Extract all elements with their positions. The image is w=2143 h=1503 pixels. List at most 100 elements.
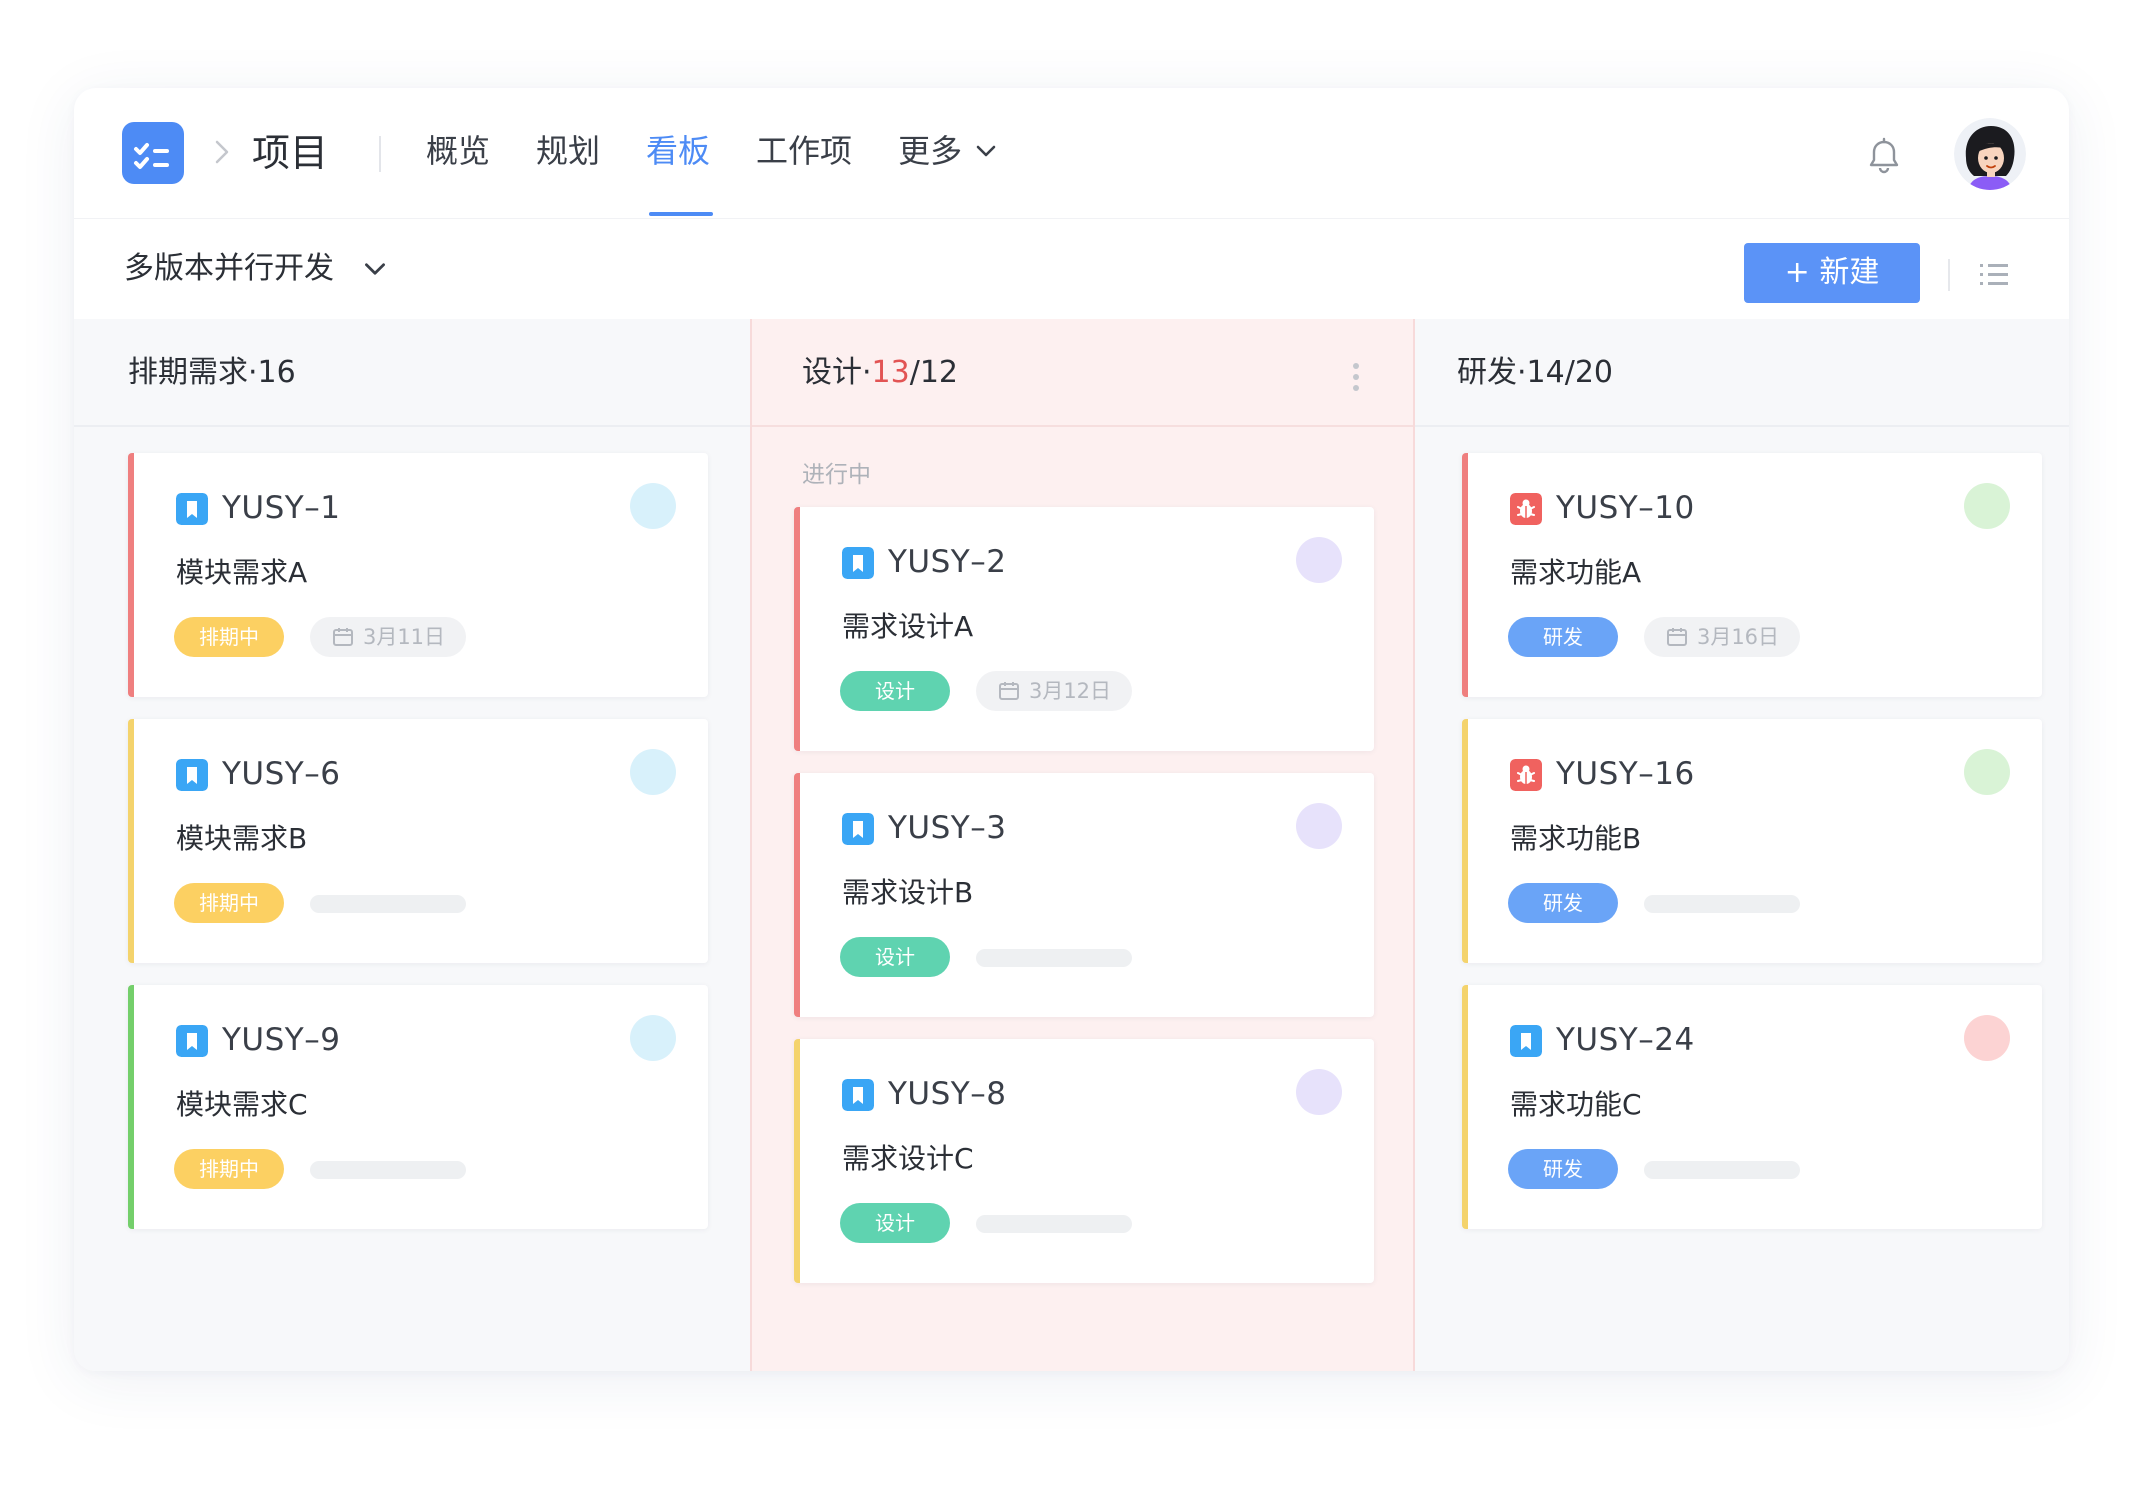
task-folder-icon[interactable] — [122, 122, 184, 184]
status-tag: 排期中 — [174, 883, 284, 923]
column-header: 排期需求·16 — [74, 319, 750, 427]
version-select[interactable]: 多版本并行开发 — [124, 245, 390, 293]
due-date-text: 3月12日 — [1028, 679, 1112, 703]
column-title: 研发·14/20 — [1457, 355, 1614, 390]
column-count: 14/20 — [1526, 355, 1614, 390]
more-vertical-icon[interactable] — [1351, 361, 1361, 393]
task-title: 模块需求C — [176, 1088, 308, 1121]
chevron-down-icon — [365, 263, 385, 275]
tab-work-items[interactable]: 工作项 — [756, 126, 852, 176]
due-date-text: 3月16日 — [1696, 625, 1780, 649]
column-header: 研发·14/20 — [1415, 319, 2069, 427]
task-title: 模块需求A — [176, 556, 308, 589]
bell-icon[interactable] — [1864, 136, 1904, 176]
column-count-limit: /12 — [909, 355, 959, 390]
calendar-icon — [332, 628, 353, 646]
new-button[interactable]: + 新建 — [1744, 243, 1920, 303]
task-id: YUSY–16 — [1556, 756, 1695, 792]
tab-planning[interactable]: 规划 — [536, 126, 600, 176]
bookmark-icon — [176, 493, 208, 525]
board-toolbar: 多版本并行开发 + 新建 — [74, 219, 2069, 319]
column-title-text: 排期需求 — [128, 355, 248, 390]
task-title: 需求功能C — [1510, 1088, 1642, 1121]
divider — [1948, 259, 1950, 291]
bookmark-icon — [176, 1025, 208, 1057]
task-card[interactable]: YUSY–24 需求功能C 研发 — [1462, 985, 2042, 1229]
column-count-current: 13 — [871, 355, 910, 390]
column-development: 研发·14/20 YUSY–10 需求功能A 研发 3月16日 YUSY–16 … — [1415, 319, 2069, 1371]
status-tag: 排期中 — [174, 1149, 284, 1189]
version-select-label: 多版本并行开发 — [124, 251, 334, 286]
task-card[interactable]: YUSY–9 模块需求C 排期中 — [128, 985, 708, 1229]
nav-tabs: 概览 规划 看板 工作项 更多 — [426, 126, 1046, 216]
tab-board[interactable]: 看板 — [646, 126, 714, 216]
task-card[interactable]: YUSY–3 需求设计B 设计 — [794, 773, 1374, 1017]
bug-icon — [1510, 759, 1542, 791]
task-card[interactable]: YUSY–10 需求功能A 研发 3月16日 — [1462, 453, 2042, 697]
placeholder-bar — [1644, 895, 1800, 913]
bookmark-icon — [842, 813, 874, 845]
status-tag: 设计 — [840, 1203, 950, 1243]
divider — [379, 136, 381, 172]
column-title-text: 设计 — [802, 355, 862, 390]
status-tag: 研发 — [1508, 617, 1618, 657]
placeholder-bar — [1644, 1161, 1800, 1179]
task-id: YUSY–3 — [888, 810, 1007, 846]
kanban-board: 排期需求·16 YUSY–1 模块需求A 排期中 3月11日 YUSY–6 模块… — [74, 319, 2069, 1371]
assignee-avatar[interactable] — [630, 749, 676, 795]
assignee-avatar[interactable] — [1964, 1015, 2010, 1061]
due-date-text: 3月11日 — [362, 625, 446, 649]
status-tag: 研发 — [1508, 1149, 1618, 1189]
task-id: YUSY–2 — [888, 544, 1007, 580]
assignee-avatar[interactable] — [630, 483, 676, 529]
bookmark-icon — [842, 1079, 874, 1111]
assignee-avatar[interactable] — [1296, 1069, 1342, 1115]
task-id: YUSY–8 — [888, 1076, 1007, 1112]
task-id: YUSY–1 — [222, 490, 341, 526]
assignee-avatar[interactable] — [630, 1015, 676, 1061]
avatar[interactable] — [1954, 118, 2026, 190]
breadcrumb-project[interactable]: 项目 — [252, 128, 328, 178]
column-header: 设计·13/12 — [752, 319, 1413, 427]
task-card[interactable]: YUSY–16 需求功能B 研发 — [1462, 719, 2042, 963]
bookmark-icon — [1510, 1025, 1542, 1057]
status-tag: 研发 — [1508, 883, 1618, 923]
due-date: 3月11日 — [310, 617, 466, 657]
placeholder-bar — [310, 1161, 466, 1179]
assignee-avatar[interactable] — [1964, 483, 2010, 529]
task-id: YUSY–9 — [222, 1022, 341, 1058]
task-title: 需求功能B — [1510, 822, 1642, 855]
top-nav-bar: 项目 概览 规划 看板 工作项 更多 — [74, 88, 2069, 219]
status-tag: 设计 — [840, 937, 950, 977]
task-title: 需求功能A — [1510, 556, 1642, 589]
assignee-avatar[interactable] — [1296, 803, 1342, 849]
placeholder-bar — [310, 895, 466, 913]
task-card[interactable]: YUSY–2 需求设计A 设计 3月12日 — [794, 507, 1374, 751]
task-card[interactable]: YUSY–6 模块需求B 排期中 — [128, 719, 708, 963]
tab-overview[interactable]: 概览 — [426, 126, 490, 176]
column-scheduled: 排期需求·16 YUSY–1 模块需求A 排期中 3月11日 YUSY–6 模块… — [74, 319, 750, 1371]
task-card[interactable]: YUSY–8 需求设计C 设计 — [794, 1039, 1374, 1283]
chevron-down-icon — [976, 145, 996, 157]
task-title: 需求设计C — [842, 1142, 974, 1175]
calendar-icon — [1666, 628, 1687, 646]
calendar-icon — [998, 682, 1019, 700]
column-title-text: 研发 — [1457, 355, 1517, 390]
task-card[interactable]: YUSY–1 模块需求A 排期中 3月11日 — [128, 453, 708, 697]
column-title: 排期需求·16 — [128, 355, 296, 390]
status-tag: 设计 — [840, 671, 950, 711]
tab-more[interactable]: 更多 — [898, 126, 1000, 176]
assignee-avatar[interactable] — [1296, 537, 1342, 583]
task-title: 需求设计B — [842, 876, 974, 909]
bookmark-icon — [176, 759, 208, 791]
task-id: YUSY–6 — [222, 756, 341, 792]
list-view-icon[interactable] — [1976, 257, 2012, 293]
placeholder-bar — [976, 1215, 1132, 1233]
app-window: 项目 概览 规划 看板 工作项 更多 多版本并行开发 + 新建 排期需求·16 … — [74, 88, 2069, 1371]
column-design: 设计·13/12 进行中 YUSY–2 需求设计A 设计 3月12日 YUSY–… — [750, 319, 1415, 1371]
column-count: 16 — [257, 355, 296, 390]
tab-more-label: 更多 — [898, 132, 963, 170]
due-date: 3月12日 — [976, 671, 1132, 711]
task-title: 需求设计A — [842, 610, 974, 643]
assignee-avatar[interactable] — [1964, 749, 2010, 795]
